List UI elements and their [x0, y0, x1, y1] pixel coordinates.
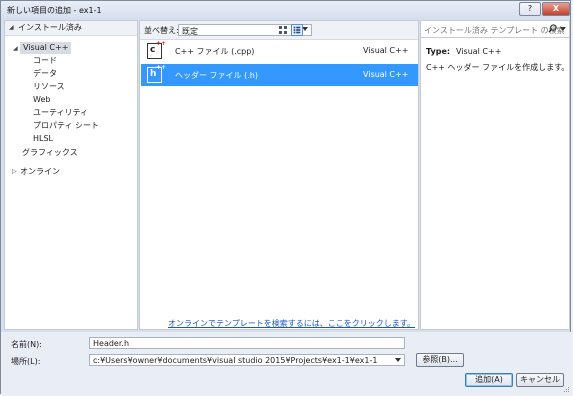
online-templates-link[interactable]: オンラインでテンプレートを検索するには、ここをクリックします。: [168, 318, 415, 329]
collapse-arrow-icon[interactable]: ◢: [9, 24, 14, 31]
tree-item-hlsl[interactable]: HLSL: [33, 133, 53, 145]
template-language: Visual C++: [363, 46, 409, 55]
details-pane: インストール済み テンプレート の検索 Type: Visual C++ C++…: [420, 20, 570, 330]
tree-item-property-sheet[interactable]: プロパティ シート: [33, 120, 99, 132]
tree-item-web[interactable]: Web: [33, 94, 50, 106]
list-view-icon[interactable]: [291, 24, 303, 36]
location-label: 場所(L):: [11, 357, 41, 366]
template-description: C++ ヘッダー ファイルを作成します。: [426, 63, 570, 72]
tree-item-online[interactable]: オンライン: [20, 166, 60, 178]
template-item-header[interactable]: h ++ ヘッダー ファイル (.h) Visual C++: [141, 64, 418, 86]
template-item-cpp[interactable]: c ++ C++ ファイル (.cpp) Visual C++: [141, 40, 418, 62]
cancel-button[interactable]: キャンセル: [516, 373, 564, 387]
collapse-arrow-icon[interactable]: ◢: [13, 45, 18, 52]
template-language: Visual C++: [363, 70, 409, 79]
expand-arrow-icon[interactable]: ▷: [12, 168, 17, 175]
dialog-window: 新しい項目の追加 - ex1-1 ? X ◢ インストール済み ◢ Visual…: [0, 0, 572, 395]
title-bar[interactable]: 新しい項目の追加 - ex1-1 ? X: [1, 1, 570, 19]
chevron-down-icon[interactable]: [395, 358, 401, 362]
location-field[interactable]: c:¥Users¥owner¥documents¥visual studio 2…: [89, 354, 405, 366]
search-icon[interactable]: [548, 24, 557, 33]
chevron-down-icon[interactable]: [560, 27, 566, 31]
tree-item-resource[interactable]: リソース: [33, 81, 65, 93]
tree-installed-header[interactable]: ◢ インストール済み: [5, 21, 137, 36]
header-file-icon: h ++: [147, 64, 166, 83]
window-title: 新しい項目の追加 - ex1-1: [7, 6, 102, 15]
add-button[interactable]: 追加(A): [465, 373, 513, 387]
cpp-file-icon: c ++: [147, 40, 166, 59]
template-name: C++ ファイル (.cpp): [175, 47, 255, 56]
category-tree: ◢ インストール済み ◢ Visual C++ コード データ リソース Web…: [4, 20, 138, 330]
help-button[interactable]: ?: [519, 2, 541, 16]
name-label: 名前(N):: [11, 340, 42, 349]
tree-item-visual-cpp[interactable]: Visual C++: [20, 42, 72, 54]
list-toolbar: 並べ替え: 既定: [140, 21, 418, 40]
tree-installed-label: インストール済み: [18, 23, 82, 32]
tree-item-code[interactable]: コード: [33, 55, 57, 67]
template-name: ヘッダー ファイル (.h): [175, 71, 258, 80]
tree-item-data[interactable]: データ: [33, 68, 57, 80]
template-search-input[interactable]: インストール済み テンプレート の検索: [421, 21, 569, 38]
sort-value: 既定: [182, 27, 198, 36]
type-value: Visual C++: [456, 47, 502, 56]
close-button[interactable]: X: [542, 2, 570, 16]
bottom-form: 名前(N): Header.h 場所(L): c:¥Users¥owner¥do…: [1, 332, 572, 395]
search-placeholder: インストール済み テンプレート の検索: [424, 26, 565, 35]
browse-button[interactable]: 参照(B)...: [416, 353, 464, 367]
location-value: c:¥Users¥owner¥documents¥visual studio 2…: [93, 356, 378, 365]
name-value: Header.h: [93, 339, 130, 348]
tree-item-graphics[interactable]: グラフィックス: [22, 147, 78, 159]
sort-label: 並べ替え:: [144, 26, 179, 35]
template-list-pane: 並べ替え: 既定 c ++ C++ ファイル (.cpp) Visual C++: [139, 20, 419, 330]
resize-grip-icon[interactable]: [563, 386, 570, 393]
grid-view-icon[interactable]: [277, 24, 289, 36]
type-label: Type:: [426, 47, 451, 56]
name-field[interactable]: Header.h: [89, 337, 405, 349]
tree-item-utility[interactable]: ユーティリティ: [33, 107, 88, 119]
